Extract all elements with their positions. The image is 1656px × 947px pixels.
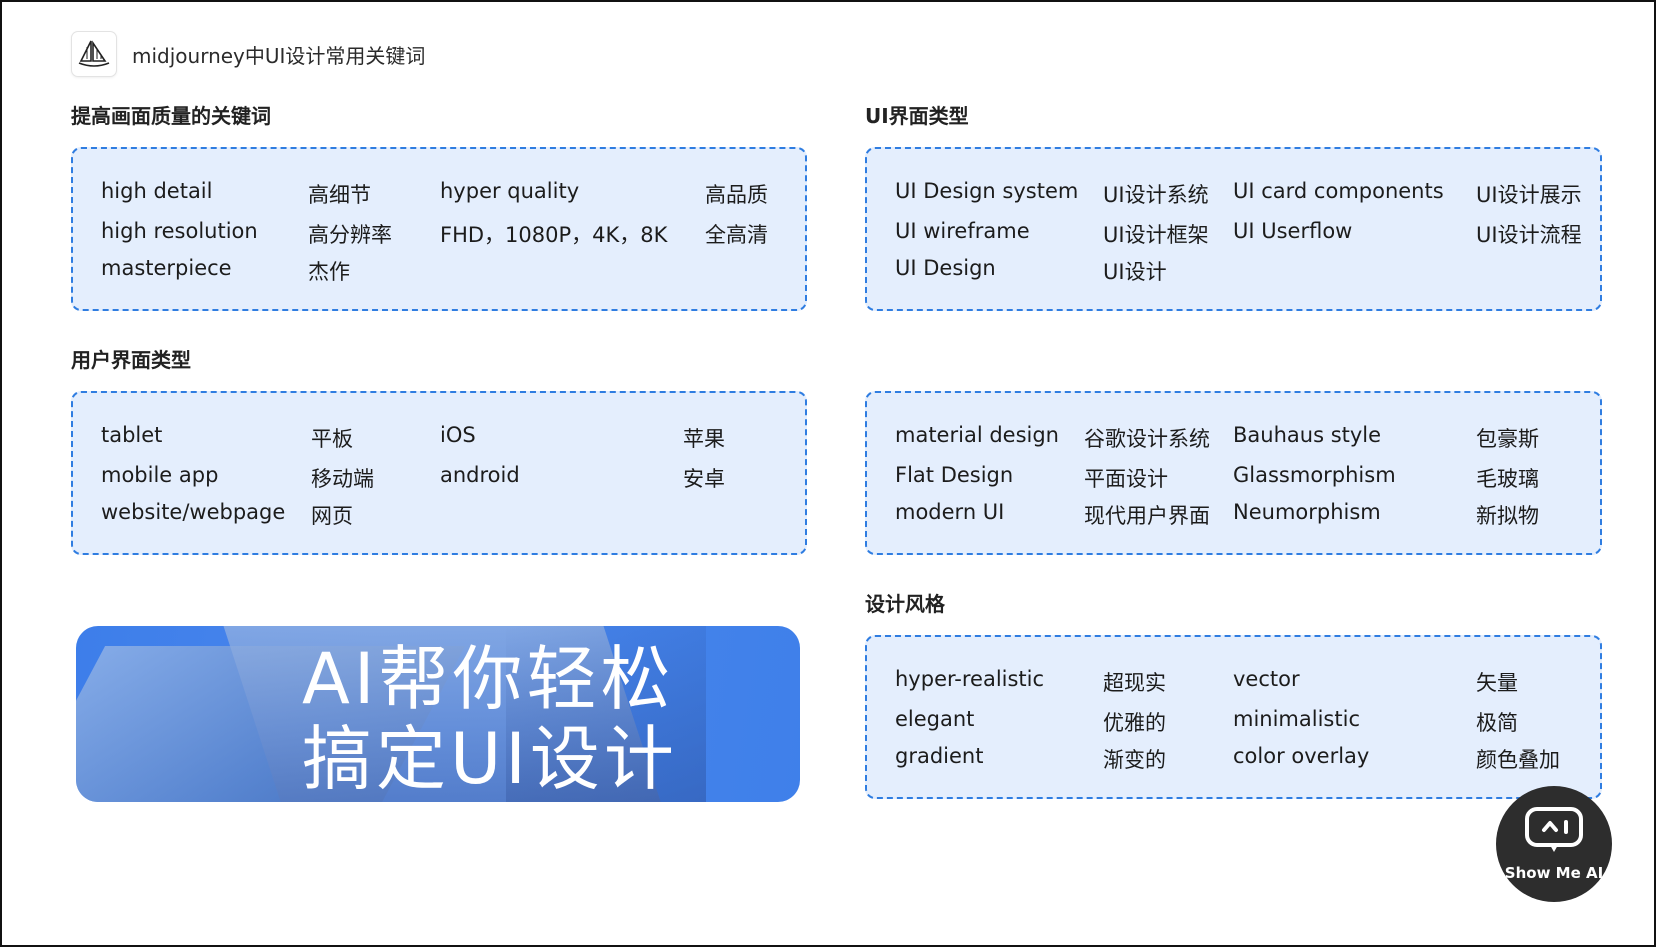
keyword-en: iOS — [440, 423, 476, 447]
showme-ai-badge: Show Me AI — [1496, 786, 1612, 902]
keyword-en: mobile app — [101, 463, 219, 487]
keyword-zh: 包豪斯 — [1476, 427, 1539, 451]
keyword-en: UI wireframe — [895, 219, 1030, 243]
badge-label: Show Me AI — [1504, 864, 1604, 882]
keyword-en: hyper-realistic — [895, 667, 1045, 691]
keyword-zh: 安卓 — [683, 467, 725, 491]
keyword-card-design-style: hyper-realistic 超现实 vector 矢量 elegant 优雅… — [865, 635, 1602, 799]
section-title-ui-types: UI界面类型 — [865, 104, 969, 128]
keyword-zh: UI设计流程 — [1476, 223, 1582, 247]
section-title-user-interface: 用户界面类型 — [71, 348, 191, 372]
keyword-en: FHD，1080P，4K，8K — [440, 223, 668, 247]
keyword-en: high detail — [101, 179, 213, 203]
keyword-zh: 移动端 — [311, 467, 374, 491]
keyword-en: tablet — [101, 423, 163, 447]
slide: midjourney中UI设计常用关键词 提高画面质量的关键词 high det… — [0, 0, 1656, 947]
keyword-zh: 颜色叠加 — [1476, 748, 1560, 772]
keyword-zh: 平面设计 — [1084, 467, 1168, 491]
keyword-en: color overlay — [1233, 744, 1370, 768]
promo-banner: AI帮你轻松 搞定UI设计 — [76, 626, 800, 802]
keyword-zh: 优雅的 — [1103, 711, 1166, 735]
keyword-zh: 新拟物 — [1476, 504, 1539, 528]
keyword-zh: 渐变的 — [1103, 748, 1166, 772]
keyword-en: UI Design — [895, 256, 996, 280]
keyword-en: Neumorphism — [1233, 500, 1381, 524]
keyword-zh: 平板 — [311, 427, 353, 451]
keyword-en: vector — [1233, 667, 1300, 691]
keyword-zh: 高细节 — [308, 183, 371, 207]
keyword-en: hyper quality — [440, 179, 580, 203]
sailboat-icon — [72, 32, 116, 76]
keyword-zh: 高品质 — [705, 183, 768, 207]
banner-headline-line1: AI帮你轻松 — [302, 638, 675, 720]
keyword-zh: 网页 — [311, 504, 353, 528]
page-title: midjourney中UI设计常用关键词 — [132, 43, 426, 68]
keyword-zh: 杰作 — [308, 260, 350, 284]
keyword-zh: 苹果 — [683, 427, 725, 451]
keyword-en: Bauhaus style — [1233, 423, 1382, 447]
keyword-en: Glassmorphism — [1233, 463, 1396, 487]
keyword-en: modern UI — [895, 500, 1005, 524]
keyword-en: material design — [895, 423, 1059, 447]
keyword-zh: 矢量 — [1476, 671, 1518, 695]
banner-headline-line2: 搞定UI设计 — [302, 718, 678, 800]
keyword-zh: UI设计框架 — [1103, 223, 1209, 247]
keyword-en: UI card components — [1233, 179, 1444, 203]
keyword-en: website/webpage — [101, 500, 286, 524]
keyword-en: elegant — [895, 707, 975, 731]
keyword-en: UI Design system — [895, 179, 1079, 203]
keyword-zh: 极简 — [1476, 711, 1518, 735]
keyword-zh: 全高清 — [705, 223, 768, 247]
keyword-en: gradient — [895, 744, 984, 768]
keyword-zh: 现代用户界面 — [1084, 504, 1210, 528]
keyword-en: high resolution — [101, 219, 258, 243]
keyword-en: masterpiece — [101, 256, 232, 280]
keyword-card-styles: material design 谷歌设计系统 Bauhaus style 包豪斯… — [865, 391, 1602, 555]
header: midjourney中UI设计常用关键词 — [72, 32, 425, 76]
keyword-en: android — [440, 463, 520, 487]
keyword-zh: UI设计 — [1103, 260, 1167, 284]
keyword-en: minimalistic — [1233, 707, 1360, 731]
keyword-en: UI Userflow — [1233, 219, 1353, 243]
section-title-design-style: 设计风格 — [865, 592, 945, 616]
keyword-zh: 高分辨率 — [308, 223, 392, 247]
robot-monitor-icon — [1525, 807, 1583, 852]
keyword-card-quality: high detail 高细节 hyper quality 高品质 high r… — [71, 147, 807, 311]
keyword-zh: 毛玻璃 — [1476, 467, 1539, 491]
keyword-card-user-interface: tablet 平板 iOS 苹果 mobile app 移动端 android … — [71, 391, 807, 555]
keyword-zh: UI设计系统 — [1103, 183, 1209, 207]
keyword-card-ui-types: UI Design system UI设计系统 UI card componen… — [865, 147, 1602, 311]
keyword-zh: UI设计展示 — [1476, 183, 1582, 207]
section-title-quality: 提高画面质量的关键词 — [71, 104, 271, 128]
keyword-zh: 谷歌设计系统 — [1084, 427, 1210, 451]
keyword-zh: 超现实 — [1103, 671, 1166, 695]
keyword-en: Flat Design — [895, 463, 1014, 487]
